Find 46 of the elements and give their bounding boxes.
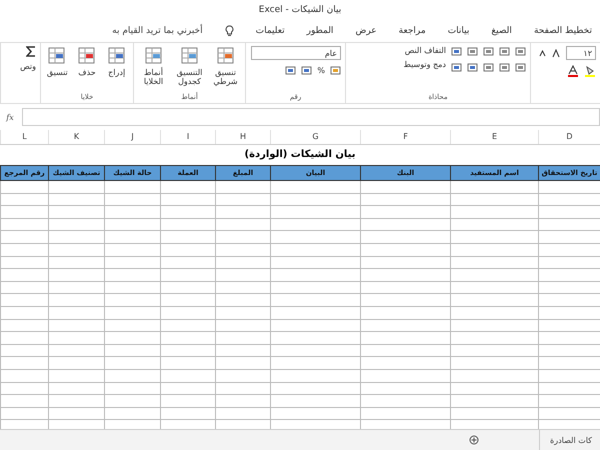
table-style-icon <box>180 46 200 66</box>
sort-label[interactable]: وتص <box>20 62 36 71</box>
styles-button[interactable]: أنماط الخلايا <box>138 46 169 86</box>
column-header[interactable]: D <box>538 130 600 144</box>
sheet-title: بيان الشيكات (الواردة) <box>244 148 356 162</box>
cells-icon <box>77 46 97 66</box>
ribbon-tab[interactable]: بيانات <box>448 26 470 36</box>
lightbulb-icon <box>224 25 234 37</box>
font-size-field[interactable]: ١٢ <box>566 46 596 60</box>
cells-icon <box>47 46 68 66</box>
cells-button[interactable]: إدراج <box>104 46 129 78</box>
wrap-text-button[interactable]: التفاف النص <box>404 46 446 55</box>
ribbon-tab[interactable]: تعليمات <box>256 26 285 36</box>
sum-icon[interactable] <box>26 46 36 57</box>
cells-button[interactable]: تنسيق <box>44 46 70 78</box>
ribbon-tab[interactable]: تخطيط الصفحة <box>534 26 592 36</box>
number-format-field[interactable]: عام <box>251 46 341 60</box>
sheet-tab[interactable]: كات الصادرة <box>539 430 600 450</box>
cells-button[interactable]: حذف <box>74 46 100 78</box>
ribbon-tab[interactable]: عرض <box>355 26 377 36</box>
column-header[interactable]: G <box>270 130 360 144</box>
table-style-icon <box>144 46 164 66</box>
column-header[interactable]: L <box>0 130 48 144</box>
tell-me-field[interactable]: أخبرني بما تريد القيام به <box>112 26 203 36</box>
column-header[interactable]: K <box>48 130 104 144</box>
styles-button[interactable]: التنسيق كجدول <box>174 46 205 86</box>
ribbon-tab[interactable]: مراجعة <box>398 26 426 36</box>
column-header[interactable]: J <box>104 130 160 144</box>
cells-icon <box>106 46 127 66</box>
window-title: بيان الشيكات - Excel <box>258 5 342 15</box>
merge-center-button[interactable]: دمج وتوسيط <box>404 60 446 69</box>
column-header[interactable]: H <box>215 130 270 144</box>
percent-button[interactable]: % <box>317 66 325 75</box>
font-color-icon[interactable] <box>567 65 579 77</box>
ribbon-tab[interactable]: المطور <box>306 26 334 36</box>
column-header[interactable]: F <box>360 130 450 144</box>
formula-field[interactable] <box>22 108 600 126</box>
grow-font-icon[interactable] <box>552 48 561 58</box>
column-header[interactable]: E <box>450 130 538 144</box>
add-sheet-icon[interactable] <box>469 435 480 445</box>
table-style-icon <box>216 46 236 66</box>
shrink-font-icon[interactable] <box>539 49 547 57</box>
styles-button[interactable]: تنسيق شرطي <box>210 46 241 86</box>
column-header[interactable]: I <box>160 130 215 144</box>
ribbon-tab[interactable]: الصيغ <box>491 26 512 36</box>
function-icon[interactable]: fx <box>2 112 18 122</box>
